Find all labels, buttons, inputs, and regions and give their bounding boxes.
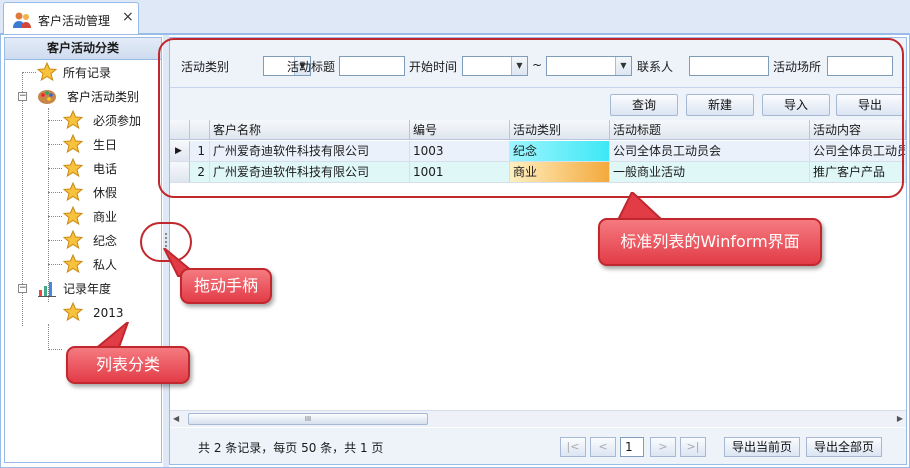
standard-list-callout: 标准列表的Winform界面 (598, 218, 822, 266)
tree-item-label: 所有记录 (63, 66, 112, 80)
standard-list-highlight (158, 38, 904, 198)
collapse-icon[interactable]: − (18, 92, 27, 101)
close-icon[interactable]: × (122, 9, 134, 25)
tree-item-label: 生日 (93, 138, 118, 152)
tree-line (48, 192, 62, 193)
star-icon (63, 206, 83, 226)
last-page-button[interactable]: >| (680, 437, 706, 457)
tree-item-label: 电话 (93, 162, 118, 176)
tree-item-label: 记录年度 (63, 282, 112, 296)
tree-item-label: 2013 (93, 306, 124, 320)
record-summary: 共 2 条记录，每页 50 条，共 1 页 (198, 441, 384, 455)
tree-item-label: 纪念 (93, 234, 118, 248)
star-icon (63, 158, 83, 178)
tree-line (48, 240, 62, 241)
tree-line (48, 120, 62, 121)
tab-customer-activity[interactable]: 客户活动管理 × (3, 2, 139, 35)
pager: 共 2 条记录，每页 50 条，共 1 页 |< < 1 > >| 导出当前页 … (170, 428, 906, 464)
chart-icon (38, 282, 56, 297)
category-panel: 客户活动分类 所有记录 − 客户活动类别 必须参加 生日 电话 休假 商业 纪念… (4, 37, 162, 463)
tree-item-label: 商业 (93, 210, 118, 224)
tree-line (22, 72, 36, 73)
first-page-button[interactable]: |< (560, 437, 586, 457)
collapse-icon[interactable]: − (18, 284, 27, 293)
tree-line (48, 264, 62, 265)
tab-title: 客户活动管理 (38, 14, 111, 28)
drag-handle-callout: 拖动手柄 (180, 268, 272, 304)
page-number-input[interactable]: 1 (620, 437, 644, 457)
horizontal-scrollbar[interactable]: ◀ III ▶ (170, 410, 906, 427)
prev-page-button[interactable]: < (590, 437, 616, 457)
tree-item-label: 休假 (93, 186, 118, 200)
tree-line (48, 144, 62, 145)
export-all-pages-button[interactable]: 导出全部页 (806, 437, 882, 457)
star-icon (37, 62, 57, 82)
tree-item-label: 必须参加 (93, 114, 142, 128)
tab-strip: 客户活动管理 × (0, 0, 910, 35)
star-icon (63, 302, 83, 322)
scrollbar-thumb[interactable]: III (188, 413, 428, 425)
palette-icon (38, 90, 56, 104)
export-current-page-button[interactable]: 导出当前页 (724, 437, 800, 457)
star-icon (63, 134, 83, 154)
category-panel-title: 客户活动分类 (5, 38, 161, 60)
tree-item-label: 私人 (93, 258, 118, 272)
tree-line (48, 349, 62, 350)
tree-line (48, 168, 62, 169)
star-icon (63, 254, 83, 274)
tree-line (48, 216, 62, 217)
star-icon (63, 182, 83, 202)
tree-line (48, 108, 49, 302)
scroll-right-icon[interactable]: ▶ (897, 414, 903, 423)
users-icon (13, 12, 31, 28)
scroll-left-icon[interactable]: ◀ (173, 414, 179, 423)
list-category-callout: 列表分类 (66, 346, 190, 384)
star-icon (63, 110, 83, 130)
tree-item-label: 客户活动类别 (67, 90, 140, 104)
next-page-button[interactable]: > (650, 437, 676, 457)
tree-line (48, 324, 49, 350)
star-icon (63, 230, 83, 250)
